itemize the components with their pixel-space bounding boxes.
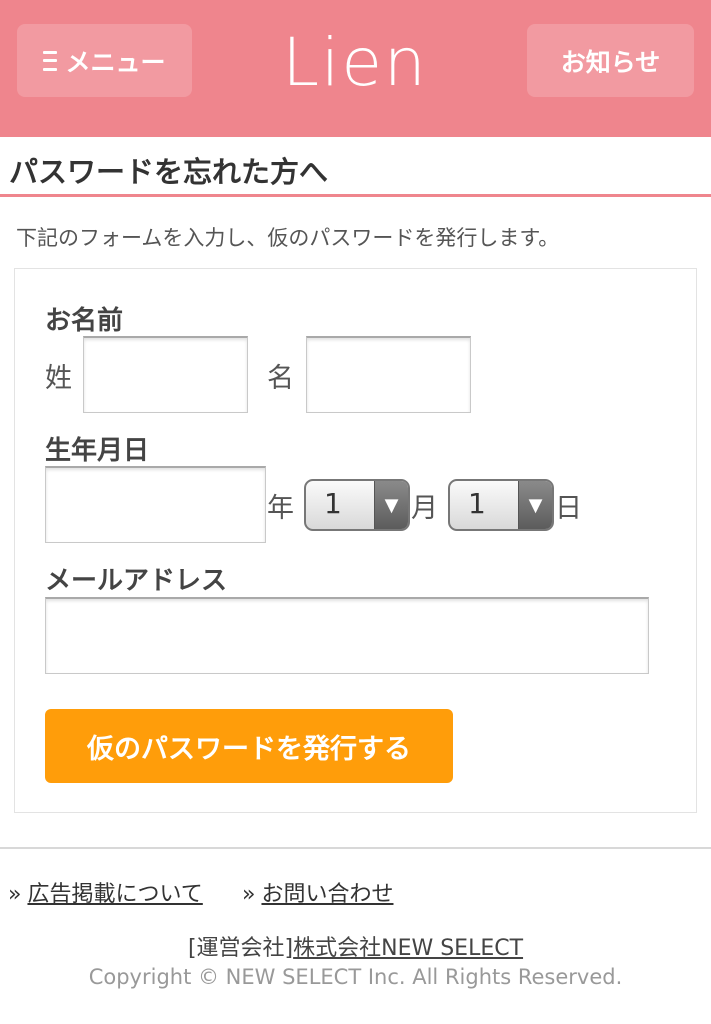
menu-button[interactable]: メニュー [17,24,192,97]
page-title: パスワードを忘れた方へ [9,155,329,189]
news-button[interactable]: お知らせ [527,24,694,97]
birth-day-value: 1 [468,487,486,520]
operator-line: [運営会社]株式会社NEW SELECT [0,930,711,962]
app-header: メニュー Lien お知らせ [0,0,711,137]
email-input[interactable] [45,597,649,674]
double-chevron-right-icon: » [8,882,22,907]
year-unit: 年 [267,493,294,524]
day-unit: 日 [555,493,582,524]
footer-link-advertising[interactable]: » 広告掲載について [8,876,203,908]
page-description: 下記のフォームを入力し、仮のパスワードを発行します。 [16,226,560,250]
birth-month-value: 1 [324,487,342,520]
last-name-input[interactable] [83,336,248,413]
email-label: メールアドレス [45,566,228,596]
title-divider [0,194,711,197]
footer-link-contact-label[interactable]: お問い合わせ [261,882,393,907]
chevron-down-icon: ▼ [518,481,552,529]
birth-day-select[interactable]: 1 ▼ [448,479,554,531]
first-name-input[interactable] [306,336,471,413]
operator-company-link[interactable]: 株式会社NEW SELECT [293,936,523,961]
birthday-label: 生年月日 [45,436,150,466]
footer-link-advertising-label[interactable]: 広告掲載について [27,882,202,907]
site-logo[interactable]: Lien [280,22,430,102]
name-label: お名前 [45,306,124,336]
month-unit: 月 [411,493,438,524]
hamburger-icon [43,50,58,71]
copyright: Copyright © NEW SELECT Inc. All Rights R… [88,965,623,989]
birth-year-input[interactable] [45,466,266,543]
chevron-down-icon: ▼ [374,481,408,529]
double-chevron-right-icon: » [242,882,256,907]
operator-prefix: [運営会社] [187,936,294,961]
footer-divider [0,847,711,849]
footer-link-contact[interactable]: » お問い合わせ [242,876,393,908]
issue-temp-password-button[interactable]: 仮のパスワードを発行する [45,709,453,783]
first-name-label: 名 [267,363,294,394]
menu-button-label: メニュー [65,47,166,77]
birth-month-select[interactable]: 1 ▼ [304,479,410,531]
last-name-label: 姓 [45,363,72,394]
